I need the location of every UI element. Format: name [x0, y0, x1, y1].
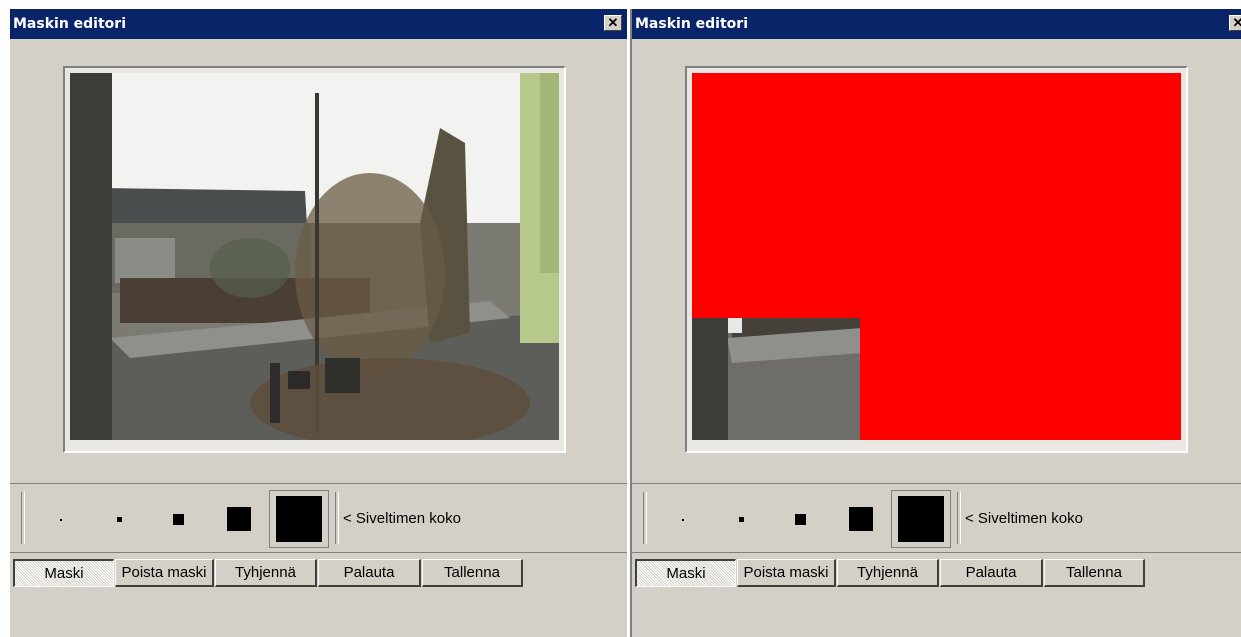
clear-button[interactable]: Tyhjennä	[215, 559, 317, 587]
brush-toolbar: < Siveltimen koko	[632, 483, 1241, 553]
restore-button[interactable]: Palauta	[940, 559, 1043, 587]
brush-size-4[interactable]	[849, 507, 873, 531]
brush-size-label: < Siveltimen koko	[965, 510, 1083, 527]
image-frame	[63, 66, 566, 453]
image-frame	[685, 66, 1188, 453]
save-button[interactable]: Tallenna	[422, 559, 523, 587]
restore-button[interactable]: Palauta	[318, 559, 421, 587]
mask-button[interactable]: Maski	[13, 559, 114, 587]
clear-button[interactable]: Tyhjennä	[837, 559, 939, 587]
brush-size-2[interactable]	[117, 517, 122, 522]
action-buttons: Maski Poista maski Tyhjennä Palauta Tall…	[632, 559, 1241, 589]
mask-button[interactable]: Maski	[635, 559, 736, 587]
brush-size-5[interactable]	[269, 490, 329, 548]
title-bar[interactable]: Maskin editori	[10, 9, 627, 39]
brush-size-4[interactable]	[227, 507, 251, 531]
window-title: Maskin editori	[13, 16, 126, 32]
brush-toolbar: < Siveltimen koko	[10, 483, 627, 553]
close-icon[interactable]: ✕	[604, 15, 622, 31]
brush-size-1[interactable]	[682, 519, 684, 521]
action-buttons: Maski Poista maski Tyhjennä Palauta Tall…	[10, 559, 627, 589]
remove-mask-button[interactable]: Poista maski	[737, 559, 836, 587]
brush-size-5[interactable]	[891, 490, 951, 548]
mask-canvas[interactable]	[70, 73, 559, 440]
remove-mask-button[interactable]: Poista maski	[115, 559, 214, 587]
brush-size-3[interactable]	[173, 514, 184, 525]
masked-photo	[692, 73, 1181, 440]
title-bar[interactable]: Maskin editori	[632, 9, 1241, 39]
brush-size-label: < Siveltimen koko	[343, 510, 461, 527]
brush-size-3[interactable]	[795, 514, 806, 525]
brush-size-2[interactable]	[739, 517, 744, 522]
save-button[interactable]: Tallenna	[1044, 559, 1145, 587]
brush-size-1[interactable]	[60, 519, 62, 521]
mask-editor-window-right: Maskin editori ✕ < Siveltime	[630, 9, 1241, 637]
mask-editor-window-left: Maskin editori ✕ < Siveltimen koko Maski…	[9, 9, 627, 637]
window-title: Maskin editori	[635, 16, 748, 32]
close-icon[interactable]: ✕	[1229, 15, 1241, 31]
street-photo	[70, 73, 559, 440]
mask-canvas[interactable]	[692, 73, 1181, 440]
